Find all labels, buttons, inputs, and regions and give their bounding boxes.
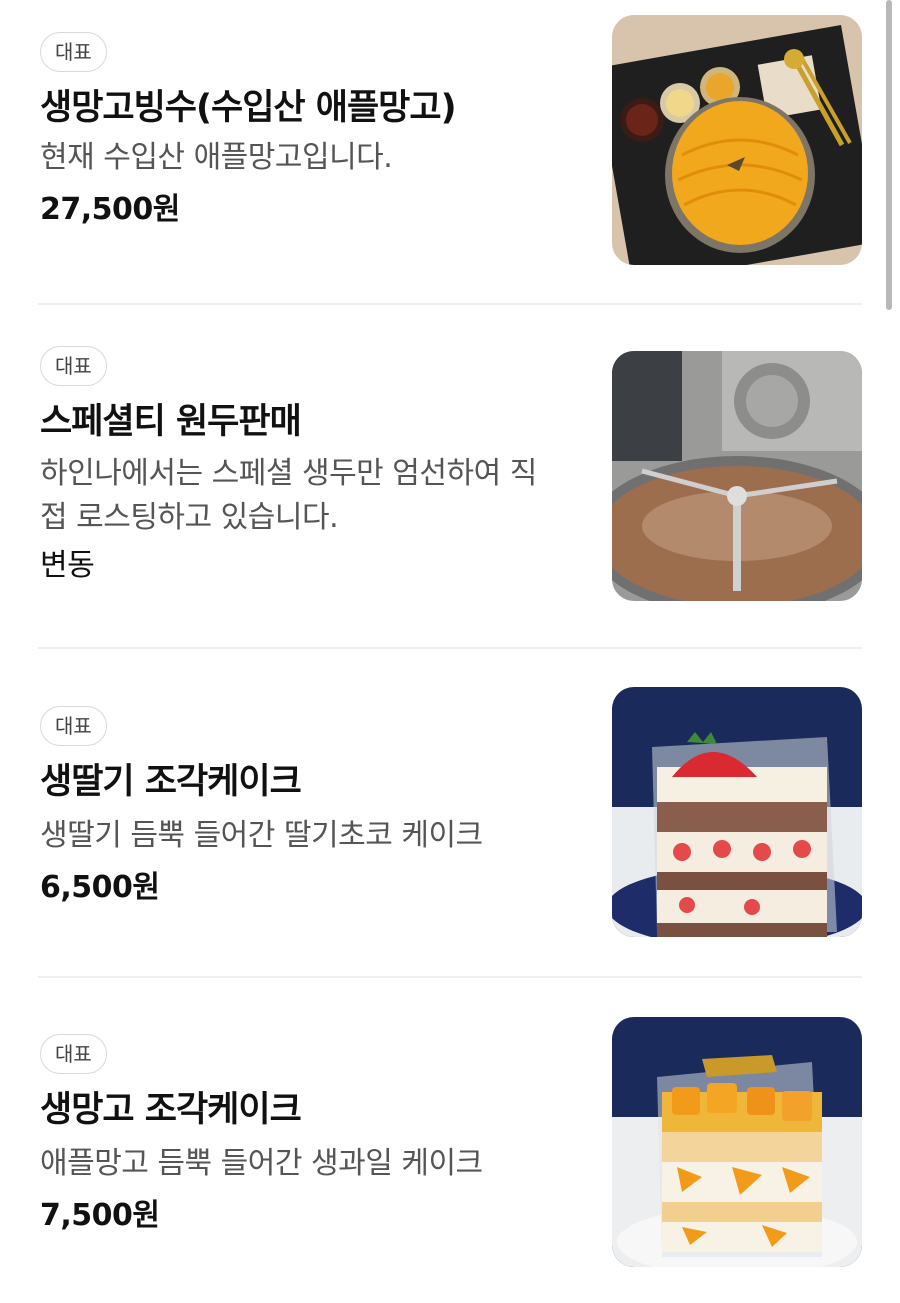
menu-item-name: 생망고빙수(수입산 애플망고) bbox=[40, 88, 457, 128]
item-divider bbox=[38, 647, 862, 649]
menu-item-price: 27,500원 bbox=[40, 192, 180, 227]
coffee-roaster-photo[interactable] bbox=[612, 351, 862, 601]
signature-badge: 대표 bbox=[40, 706, 107, 746]
menu-item-description: 하인나에서는 스페셜 생두만 엄선하여 직접 로스팅하고 있습니다. bbox=[40, 456, 537, 535]
menu-item-price: 6,500원 bbox=[40, 870, 160, 905]
strawberry-cake-photo[interactable] bbox=[612, 687, 862, 937]
signature-badge: 대표 bbox=[40, 1034, 107, 1074]
menu-item[interactable]: 대표 생망고빙수(수입산 애플망고) 현재 수입산 애플망고입니다. 27,50… bbox=[0, 15, 900, 272]
menu-item-price: 7,500원 bbox=[40, 1198, 160, 1233]
menu-item-info: 대표 생망고빙수(수입산 애플망고) 현재 수입산 애플망고입니다. 27,50… bbox=[40, 32, 585, 232]
menu-item-description: 애플망고 듬뿍 들어간 생과일 케이크 bbox=[40, 1146, 483, 1181]
item-divider bbox=[38, 303, 862, 305]
menu-item[interactable]: 대표 생망고 조각케이크 애플망고 듬뿍 들어간 생과일 케이크 7,500원 bbox=[0, 1017, 900, 1274]
menu-item-description: 현재 수입산 애플망고입니다. bbox=[40, 140, 393, 175]
menu-item-info: 대표 생망고 조각케이크 애플망고 듬뿍 들어간 생과일 케이크 7,500원 bbox=[40, 1034, 585, 1238]
signature-badge: 대표 bbox=[40, 346, 107, 386]
menu-item-info: 대표 스페셜티 원두판매 하인나에서는 스페셜 생두만 엄선하여 직접 로스팅하… bbox=[40, 346, 585, 588]
menu-item-price: 변동 bbox=[40, 548, 95, 583]
mango-cake-photo[interactable] bbox=[612, 1017, 862, 1267]
menu-item[interactable]: 대표 생딸기 조각케이크 생딸기 듬뿍 들어간 딸기초코 케이크 6,500원 bbox=[0, 687, 900, 946]
scrollbar[interactable] bbox=[886, 0, 892, 310]
signature-badge: 대표 bbox=[40, 32, 107, 72]
item-divider bbox=[38, 976, 862, 978]
menu-item-name: 스페셜티 원두판매 bbox=[40, 402, 302, 442]
menu-item-name: 생딸기 조각케이크 bbox=[40, 762, 302, 802]
menu-item-description: 생딸기 듬뿍 들어간 딸기초코 케이크 bbox=[40, 818, 483, 853]
mango-bingsu-photo[interactable] bbox=[612, 15, 862, 265]
menu-item-info: 대표 생딸기 조각케이크 생딸기 듬뿍 들어간 딸기초코 케이크 6,500원 bbox=[40, 706, 585, 910]
menu-item[interactable]: 대표 스페셜티 원두판매 하인나에서는 스페셜 생두만 엄선하여 직접 로스팅하… bbox=[0, 346, 900, 606]
menu-item-name: 생망고 조각케이크 bbox=[40, 1090, 302, 1130]
